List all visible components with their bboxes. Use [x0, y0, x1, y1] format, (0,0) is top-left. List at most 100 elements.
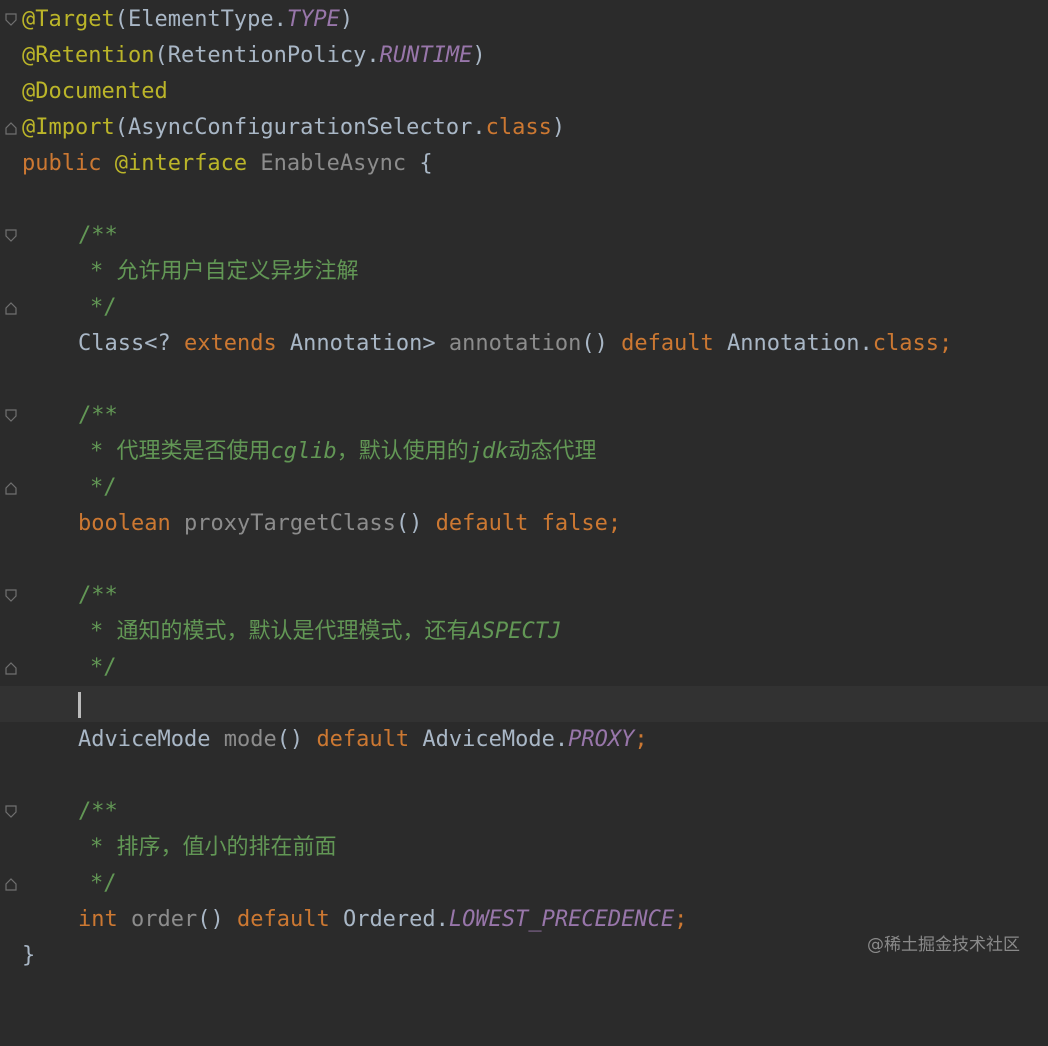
- constant: PROXY: [568, 727, 635, 752]
- fold-end-icon[interactable]: [5, 661, 17, 675]
- keyword: public: [22, 151, 115, 176]
- keyword: false;: [541, 511, 622, 536]
- code-line[interactable]: boolean proxyTargetClass() default false…: [0, 506, 1048, 542]
- keyword: default: [316, 727, 410, 752]
- code-text: (): [395, 511, 436, 536]
- code-text: Annotation>: [276, 331, 449, 356]
- annotation-name: @Retention: [22, 43, 155, 68]
- doc-comment-close: */: [90, 295, 117, 320]
- doc-comment-text: jdk: [468, 439, 509, 464]
- doc-comment-text: ，默认使用的: [336, 439, 469, 464]
- annotation-name: @Import: [22, 115, 115, 140]
- code-line[interactable]: @Retention(RetentionPolicy.RUNTIME): [0, 38, 1048, 74]
- keyword: boolean: [78, 511, 171, 536]
- keyword: ;: [674, 907, 688, 932]
- code-line[interactable]: * 代理类是否使用cglib，默认使用的jdk动态代理: [0, 434, 1048, 470]
- doc-comment-close: */: [90, 655, 117, 680]
- code-line[interactable]: /**: [0, 398, 1048, 434]
- constant: RUNTIME: [379, 43, 473, 68]
- fold-end-icon[interactable]: [5, 877, 17, 891]
- type-name: EnableAsync: [260, 151, 407, 176]
- code-line[interactable]: */: [0, 866, 1048, 902]
- keyword: int: [78, 907, 118, 932]
- code-line[interactable]: @Target(ElementType.TYPE): [0, 2, 1048, 38]
- constant: LOWEST_PRECEDENCE: [448, 907, 675, 932]
- keyword: default: [621, 331, 714, 356]
- fold-end-icon[interactable]: [5, 121, 17, 135]
- keyword: class;: [872, 331, 953, 356]
- code-text: AdviceMode.: [409, 727, 569, 752]
- method-name: proxyTargetClass: [183, 511, 396, 536]
- doc-comment-text: * 排序，值小的排在前面: [90, 835, 337, 860]
- doc-comment-close: */: [90, 475, 117, 500]
- code-line[interactable]: */: [0, 470, 1048, 506]
- method-name: order: [131, 907, 198, 932]
- watermark: @稀土掘金技术社区: [867, 935, 1020, 955]
- code-text: ): [339, 7, 354, 32]
- code-line[interactable]: */: [0, 650, 1048, 686]
- code-line[interactable]: /**: [0, 578, 1048, 614]
- doc-comment-text: ASPECTJ: [468, 619, 562, 644]
- doc-comment-close: */: [90, 871, 117, 896]
- code-line[interactable]: /**: [0, 794, 1048, 830]
- fold-arrow-icon[interactable]: [5, 13, 17, 27]
- code-text: AdviceMode: [78, 727, 224, 752]
- constant: TYPE: [286, 7, 340, 32]
- fold-end-icon[interactable]: [5, 301, 17, 315]
- code-line[interactable]: @Documented: [0, 74, 1048, 110]
- text-caret: [78, 692, 81, 718]
- doc-comment-open: /**: [78, 403, 118, 428]
- current-line[interactable]: [0, 686, 1048, 722]
- doc-comment-text: 动态代理: [508, 439, 597, 464]
- keyword: extends: [183, 331, 277, 356]
- keyword: class: [485, 115, 552, 140]
- doc-comment-open: /**: [78, 583, 118, 608]
- fold-end-icon[interactable]: [5, 481, 17, 495]
- code-text: Ordered.: [329, 907, 449, 932]
- code-line[interactable]: /**: [0, 218, 1048, 254]
- annotation-keyword: @interface: [114, 151, 248, 176]
- code-text: (AsyncConfigurationSelector.: [114, 115, 486, 140]
- keyword: default: [435, 511, 529, 536]
- fold-arrow-icon[interactable]: [5, 229, 17, 243]
- code-text: ): [551, 115, 566, 140]
- code-line[interactable]: Class<? extends Annotation> annotation()…: [0, 326, 1048, 362]
- code-line[interactable]: @Import(AsyncConfigurationSelector.class…: [0, 110, 1048, 146]
- doc-comment-text: * 允许用户自定义异步注解: [90, 259, 359, 284]
- annotation-name: @Target: [22, 7, 115, 32]
- code-line[interactable]: public @interface EnableAsync {: [0, 146, 1048, 182]
- code-text: ): [472, 43, 486, 68]
- code-line[interactable]: * 允许用户自定义异步注解: [0, 254, 1048, 290]
- keyword: default: [236, 907, 330, 932]
- code-line[interactable]: */: [0, 290, 1048, 326]
- code-line[interactable]: * 排序，值小的排在前面: [0, 830, 1048, 866]
- fold-arrow-icon[interactable]: [5, 589, 17, 603]
- code-text: (): [276, 727, 317, 752]
- code-text: {: [406, 151, 433, 176]
- code-text: (ElementType.: [114, 7, 287, 32]
- doc-comment-text: cglib: [270, 439, 337, 464]
- closing-brace: }: [22, 943, 36, 968]
- keyword: ;: [634, 727, 648, 752]
- doc-comment-open: /**: [78, 223, 118, 248]
- method-name: annotation: [448, 331, 582, 356]
- method-name: mode: [223, 727, 277, 752]
- code-line[interactable]: AdviceMode mode() default AdviceMode.PRO…: [0, 722, 1048, 758]
- code-text: (RetentionPolicy.: [154, 43, 380, 68]
- code-text: (): [197, 907, 237, 932]
- annotation-name: @Documented: [22, 79, 168, 104]
- code-text: Annotation.: [713, 331, 873, 356]
- doc-comment-text: * 代理类是否使用: [90, 439, 271, 464]
- code-text: Class<?: [78, 331, 184, 356]
- code-text: (): [581, 331, 622, 356]
- fold-arrow-icon[interactable]: [5, 409, 17, 423]
- doc-comment-open: /**: [78, 799, 118, 824]
- fold-arrow-icon[interactable]: [5, 805, 17, 819]
- doc-comment-text: * 通知的模式，默认是代理模式，还有: [90, 619, 469, 644]
- code-editor[interactable]: @Target(ElementType.TYPE) @Retention(Ret…: [0, 0, 1048, 980]
- code-line[interactable]: * 通知的模式，默认是代理模式，还有ASPECTJ: [0, 614, 1048, 650]
